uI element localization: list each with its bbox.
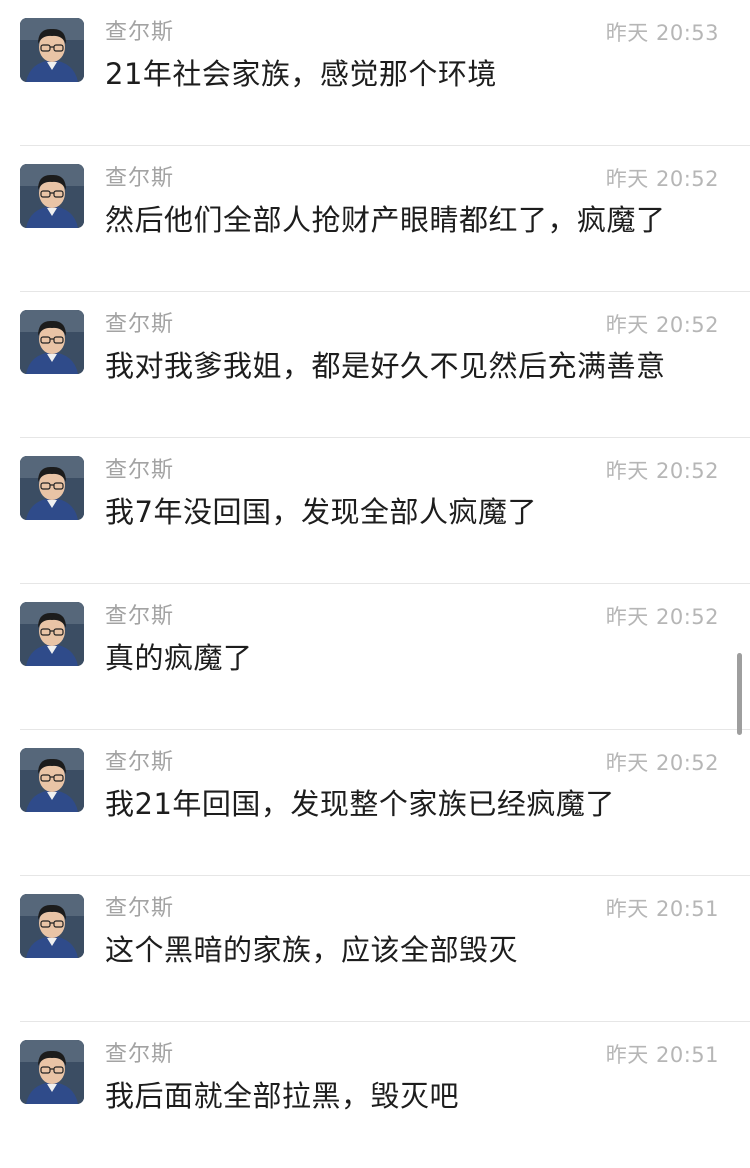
avatar-image xyxy=(20,748,84,812)
sender-name: 查尔斯 xyxy=(105,1042,175,1067)
avatar-image xyxy=(20,1040,84,1104)
message-time: 昨天 20:52 xyxy=(605,751,719,775)
avatar[interactable] xyxy=(20,18,84,82)
avatar[interactable] xyxy=(20,894,84,958)
sender-name: 查尔斯 xyxy=(105,750,175,775)
avatar-image xyxy=(20,18,84,82)
message-time: 昨天 20:51 xyxy=(605,1043,719,1067)
message-text: 21年社会家族，感觉那个环境 xyxy=(105,57,497,91)
message-time: 昨天 20:52 xyxy=(605,459,719,483)
sender-name: 查尔斯 xyxy=(105,896,175,921)
message-time: 昨天 20:51 xyxy=(605,897,719,921)
message-text: 这个黑暗的家族，应该全部毁灭 xyxy=(105,933,519,967)
scrollbar[interactable] xyxy=(737,653,742,735)
message-text: 我7年没回国，发现全部人疯魔了 xyxy=(105,495,537,529)
message-time: 昨天 20:52 xyxy=(605,167,719,191)
message-item[interactable]: 查尔斯 昨天 20:51 我后面就全部拉黑，毁灭吧 xyxy=(0,1022,750,1168)
avatar[interactable] xyxy=(20,748,84,812)
message-item[interactable]: 查尔斯 昨天 20:52 我21年回国，发现整个家族已经疯魔了 xyxy=(0,730,750,876)
message-text: 然后他们全部人抢财产眼睛都红了，疯魔了 xyxy=(105,203,666,237)
message-time: 昨天 20:52 xyxy=(605,313,719,337)
message-text: 我21年回国，发现整个家族已经疯魔了 xyxy=(105,787,615,821)
avatar[interactable] xyxy=(20,456,84,520)
avatar-image xyxy=(20,164,84,228)
avatar-image xyxy=(20,310,84,374)
avatar[interactable] xyxy=(20,164,84,228)
message-text: 真的疯魔了 xyxy=(105,641,253,675)
sender-name: 查尔斯 xyxy=(105,20,175,45)
sender-name: 查尔斯 xyxy=(105,604,175,629)
message-text: 我对我爹我姐，都是好久不见然后充满善意 xyxy=(105,349,666,383)
avatar-image xyxy=(20,602,84,666)
message-item[interactable]: 查尔斯 昨天 20:52 真的疯魔了 xyxy=(0,584,750,730)
message-text: 我后面就全部拉黑，毁灭吧 xyxy=(105,1079,460,1113)
avatar[interactable] xyxy=(20,1040,84,1104)
message-list[interactable]: 查尔斯 昨天 20:53 21年社会家族，感觉那个环境 查尔斯 昨天 20:52… xyxy=(0,0,750,1139)
message-item[interactable]: 查尔斯 昨天 20:52 然后他们全部人抢财产眼睛都红了，疯魔了 xyxy=(0,146,750,292)
message-item[interactable]: 查尔斯 昨天 20:52 我7年没回国，发现全部人疯魔了 xyxy=(0,438,750,584)
avatar-image xyxy=(20,456,84,520)
sender-name: 查尔斯 xyxy=(105,458,175,483)
message-time: 昨天 20:53 xyxy=(605,21,719,45)
avatar[interactable] xyxy=(20,602,84,666)
avatar[interactable] xyxy=(20,310,84,374)
message-item[interactable]: 查尔斯 昨天 20:51 这个黑暗的家族，应该全部毁灭 xyxy=(0,876,750,1022)
message-item[interactable]: 查尔斯 昨天 20:53 21年社会家族，感觉那个环境 xyxy=(0,0,750,146)
message-time: 昨天 20:52 xyxy=(605,605,719,629)
sender-name: 查尔斯 xyxy=(105,312,175,337)
message-item[interactable]: 查尔斯 昨天 20:52 我对我爹我姐，都是好久不见然后充满善意 xyxy=(0,292,750,438)
sender-name: 查尔斯 xyxy=(105,166,175,191)
avatar-image xyxy=(20,894,84,958)
